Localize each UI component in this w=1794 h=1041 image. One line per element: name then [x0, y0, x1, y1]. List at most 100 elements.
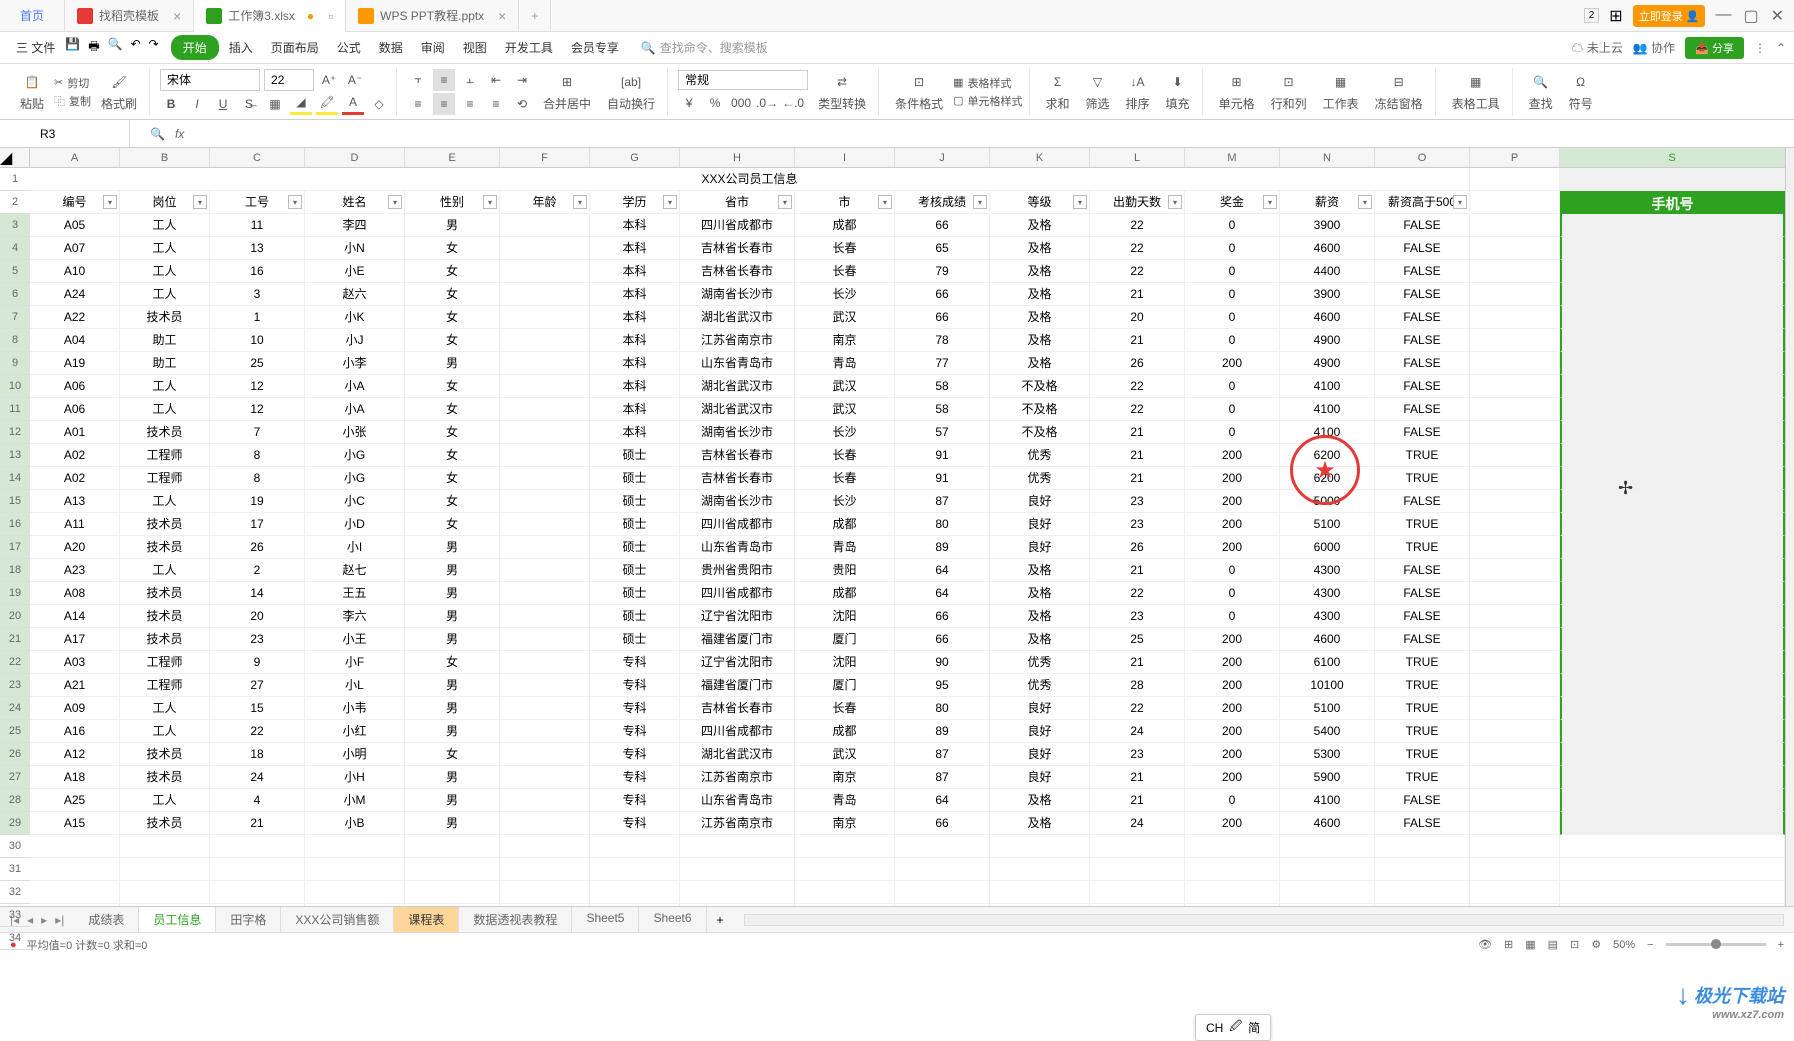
data-cell[interactable]: FALSE: [1375, 605, 1470, 628]
data-cell[interactable]: 5100: [1280, 697, 1375, 720]
empty-cell[interactable]: [1560, 858, 1785, 881]
row-header-23[interactable]: 23: [0, 674, 30, 697]
data-cell[interactable]: 13: [210, 237, 305, 260]
data-cell[interactable]: 厦门: [795, 674, 895, 697]
data-cell[interactable]: 长沙: [795, 421, 895, 444]
row-header-2[interactable]: 2: [0, 191, 30, 214]
data-cell[interactable]: 工人: [120, 237, 210, 260]
data-cell[interactable]: TRUE: [1375, 651, 1470, 674]
header-cell-11[interactable]: 出勤天数▾: [1090, 191, 1185, 214]
empty-cell[interactable]: [1470, 881, 1560, 904]
data-cell[interactable]: A11: [30, 513, 120, 536]
empty-cell[interactable]: [1375, 858, 1470, 881]
empty-cell[interactable]: [405, 835, 500, 858]
empty-cell[interactable]: [1375, 904, 1470, 906]
data-cell[interactable]: 技术员: [120, 605, 210, 628]
data-cell[interactable]: A21: [30, 674, 120, 697]
data-cell[interactable]: A17: [30, 628, 120, 651]
data-cell[interactable]: 20: [1090, 306, 1185, 329]
data-cell[interactable]: 湖北省武汉市: [680, 375, 795, 398]
data-cell[interactable]: 赵七: [305, 559, 405, 582]
data-cell[interactable]: [1560, 720, 1785, 743]
data-cell[interactable]: 6100: [1280, 651, 1375, 674]
symbol-button[interactable]: Ω符号: [1563, 69, 1599, 114]
data-cell[interactable]: 四川省成都市: [680, 582, 795, 605]
data-cell[interactable]: 23: [1090, 513, 1185, 536]
data-cell[interactable]: 4400: [1280, 260, 1375, 283]
data-cell[interactable]: 66: [895, 628, 990, 651]
data-cell[interactable]: 66: [895, 306, 990, 329]
data-cell[interactable]: 女: [405, 306, 500, 329]
filter-dropdown-icon[interactable]: ▾: [778, 195, 792, 209]
data-cell[interactable]: 长春: [795, 237, 895, 260]
data-cell[interactable]: 男: [405, 720, 500, 743]
data-cell[interactable]: 4100: [1280, 789, 1375, 812]
data-cell[interactable]: 男: [405, 214, 500, 237]
sum-button[interactable]: Σ求和: [1040, 69, 1076, 114]
data-cell[interactable]: 技术员: [120, 743, 210, 766]
data-cell[interactable]: 23: [1090, 605, 1185, 628]
data-cell[interactable]: 200: [1185, 536, 1280, 559]
fill-color-button[interactable]: ◢: [290, 93, 312, 115]
data-cell[interactable]: [1470, 582, 1560, 605]
data-cell[interactable]: 硕士: [590, 444, 680, 467]
data-cell[interactable]: 21: [1090, 421, 1185, 444]
data-cell[interactable]: [1470, 398, 1560, 421]
data-cell[interactable]: 男: [405, 536, 500, 559]
data-cell[interactable]: [1560, 398, 1785, 421]
data-cell[interactable]: 吉林省长春市: [680, 467, 795, 490]
row-header-20[interactable]: 20: [0, 605, 30, 628]
data-cell[interactable]: 良好: [990, 513, 1090, 536]
empty-cell[interactable]: [990, 858, 1090, 881]
filter-dropdown-icon[interactable]: ▾: [973, 195, 987, 209]
data-cell[interactable]: A02: [30, 444, 120, 467]
data-cell[interactable]: 27: [210, 674, 305, 697]
eye-icon[interactable]: 👁: [1478, 938, 1492, 951]
col-header-H[interactable]: H: [680, 148, 795, 167]
data-cell[interactable]: A06: [30, 375, 120, 398]
percent-icon[interactable]: %: [704, 92, 726, 114]
data-cell[interactable]: 女: [405, 490, 500, 513]
number-format-select[interactable]: [678, 70, 808, 90]
data-cell[interactable]: 长春: [795, 260, 895, 283]
data-cell[interactable]: A08: [30, 582, 120, 605]
data-cell[interactable]: 本科: [590, 283, 680, 306]
data-cell[interactable]: 女: [405, 260, 500, 283]
data-cell[interactable]: 专科: [590, 674, 680, 697]
data-cell[interactable]: 及格: [990, 789, 1090, 812]
data-cell[interactable]: 5900: [1280, 766, 1375, 789]
data-cell[interactable]: 福建省厦门市: [680, 628, 795, 651]
table-title-cell[interactable]: XXX公司员工信息: [30, 168, 1470, 191]
command-search[interactable]: 🔍 查找命令、搜索模板: [641, 39, 768, 56]
data-cell[interactable]: [1560, 306, 1785, 329]
data-cell[interactable]: TRUE: [1375, 766, 1470, 789]
data-cell[interactable]: 女: [405, 375, 500, 398]
data-cell[interactable]: 良好: [990, 697, 1090, 720]
data-cell[interactable]: 200: [1185, 444, 1280, 467]
data-cell[interactable]: 12: [210, 398, 305, 421]
filter-dropdown-icon[interactable]: ▾: [1453, 195, 1467, 209]
empty-cell[interactable]: [1470, 835, 1560, 858]
data-cell[interactable]: 小张: [305, 421, 405, 444]
data-cell[interactable]: A24: [30, 283, 120, 306]
col-header-A[interactable]: A: [30, 148, 120, 167]
data-cell[interactable]: [500, 766, 590, 789]
data-cell[interactable]: 87: [895, 490, 990, 513]
row-header-33[interactable]: 33: [0, 904, 30, 927]
zoom-value[interactable]: 50%: [1613, 939, 1635, 951]
data-cell[interactable]: 5400: [1280, 720, 1375, 743]
data-cell[interactable]: 7: [210, 421, 305, 444]
data-cell[interactable]: 21: [1090, 559, 1185, 582]
data-cell[interactable]: 男: [405, 697, 500, 720]
data-cell[interactable]: 及格: [990, 352, 1090, 375]
data-cell[interactable]: 男: [405, 812, 500, 835]
data-cell[interactable]: 成都: [795, 582, 895, 605]
data-cell[interactable]: A23: [30, 559, 120, 582]
data-cell[interactable]: 本科: [590, 214, 680, 237]
data-cell[interactable]: 小I: [305, 536, 405, 559]
empty-cell[interactable]: [405, 904, 500, 906]
sheet-tab-0[interactable]: 成绩表: [74, 907, 139, 932]
data-cell[interactable]: 8: [210, 467, 305, 490]
data-cell[interactable]: TRUE: [1375, 720, 1470, 743]
data-cell[interactable]: 4600: [1280, 812, 1375, 835]
